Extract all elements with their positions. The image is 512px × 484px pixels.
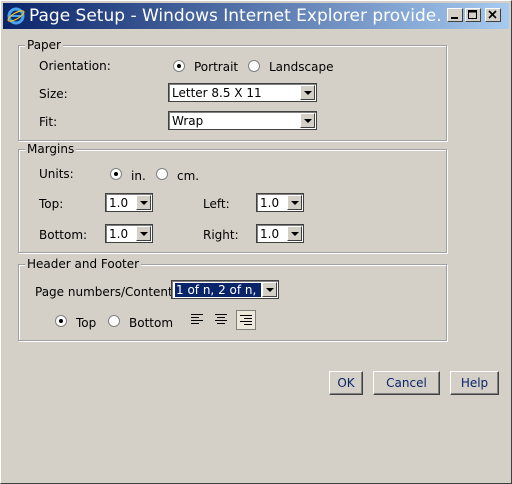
fit-value: Wrap (172, 114, 204, 128)
align-left-button[interactable] (188, 310, 208, 330)
ok-button[interactable]: OK (329, 371, 363, 395)
header-footer-legend: Header and Footer (25, 257, 142, 271)
landscape-radio[interactable] (248, 60, 260, 72)
position-bottom-radio[interactable] (108, 315, 120, 327)
unit-in-radio[interactable] (110, 168, 122, 180)
page-setup-dialog: Page Setup - Windows Internet Explorer p… (0, 0, 512, 484)
align-left-icon (191, 314, 203, 324)
left-margin-value: 1.0 (260, 196, 280, 210)
chevron-down-icon[interactable] (287, 195, 302, 210)
top-margin-select[interactable]: 1.0 (105, 193, 153, 212)
minimize-button[interactable] (447, 8, 463, 22)
left-margin-select[interactable]: 1.0 (256, 193, 304, 212)
align-right-button[interactable] (236, 310, 256, 330)
top-margin-value: 1.0 (109, 196, 129, 210)
chevron-down-icon[interactable] (287, 226, 302, 241)
chevron-down-icon[interactable] (300, 85, 315, 100)
fit-select[interactable]: Wrap (168, 111, 317, 130)
page-numbers-value: 1 of n, 2 of n, ... (174, 282, 262, 298)
position-top-label[interactable]: Top (76, 316, 96, 330)
portrait-label[interactable]: Portrait (194, 60, 238, 74)
chevron-down-icon[interactable] (262, 282, 277, 297)
chevron-down-icon[interactable] (136, 195, 151, 210)
maximize-button[interactable] (465, 8, 481, 22)
paper-size-value: Letter 8.5 X 11 (172, 86, 262, 100)
margins-legend: Margins (25, 142, 77, 156)
right-margin-label: Right: (203, 228, 239, 242)
help-button[interactable]: Help (450, 371, 499, 395)
title-bar[interactable]: Page Setup - Windows Internet Explorer p… (3, 3, 509, 29)
chevron-down-icon[interactable] (136, 226, 151, 241)
top-margin-label: Top: (39, 197, 64, 211)
close-icon (488, 10, 497, 19)
unit-cm-label[interactable]: cm. (177, 169, 199, 183)
landscape-label[interactable]: Landscape (269, 60, 333, 74)
bottom-margin-value: 1.0 (109, 227, 129, 241)
position-bottom-label[interactable]: Bottom (129, 316, 173, 330)
right-margin-select[interactable]: 1.0 (256, 224, 304, 243)
align-center-button[interactable] (212, 310, 232, 330)
align-center-icon (215, 314, 227, 324)
page-numbers-select[interactable]: 1 of n, 2 of n, ... (171, 280, 279, 299)
minimize-icon (451, 17, 458, 19)
position-top-radio[interactable] (55, 315, 67, 327)
close-button[interactable] (485, 8, 501, 22)
paper-legend: Paper (25, 38, 63, 52)
page-numbers-label: Page numbers/Content: (35, 285, 177, 299)
bottom-margin-label: Bottom: (39, 228, 88, 242)
portrait-radio[interactable] (173, 60, 185, 72)
paper-size-select[interactable]: Letter 8.5 X 11 (168, 83, 317, 102)
cancel-button[interactable]: Cancel (373, 371, 440, 395)
fit-label: Fit: (39, 115, 58, 129)
align-right-icon (240, 315, 252, 325)
maximize-icon (468, 10, 477, 19)
internet-explorer-icon (7, 7, 25, 25)
chevron-down-icon[interactable] (300, 113, 315, 128)
right-margin-value: 1.0 (260, 227, 280, 241)
left-margin-label: Left: (203, 197, 230, 211)
size-label: Size: (39, 87, 68, 101)
units-label: Units: (39, 167, 74, 181)
orientation-label: Orientation: (39, 59, 111, 73)
bottom-margin-select[interactable]: 1.0 (105, 224, 153, 243)
unit-cm-radio[interactable] (156, 168, 168, 180)
window-title: Page Setup - Windows Internet Explorer p… (29, 6, 443, 26)
unit-in-label[interactable]: in. (131, 169, 146, 183)
